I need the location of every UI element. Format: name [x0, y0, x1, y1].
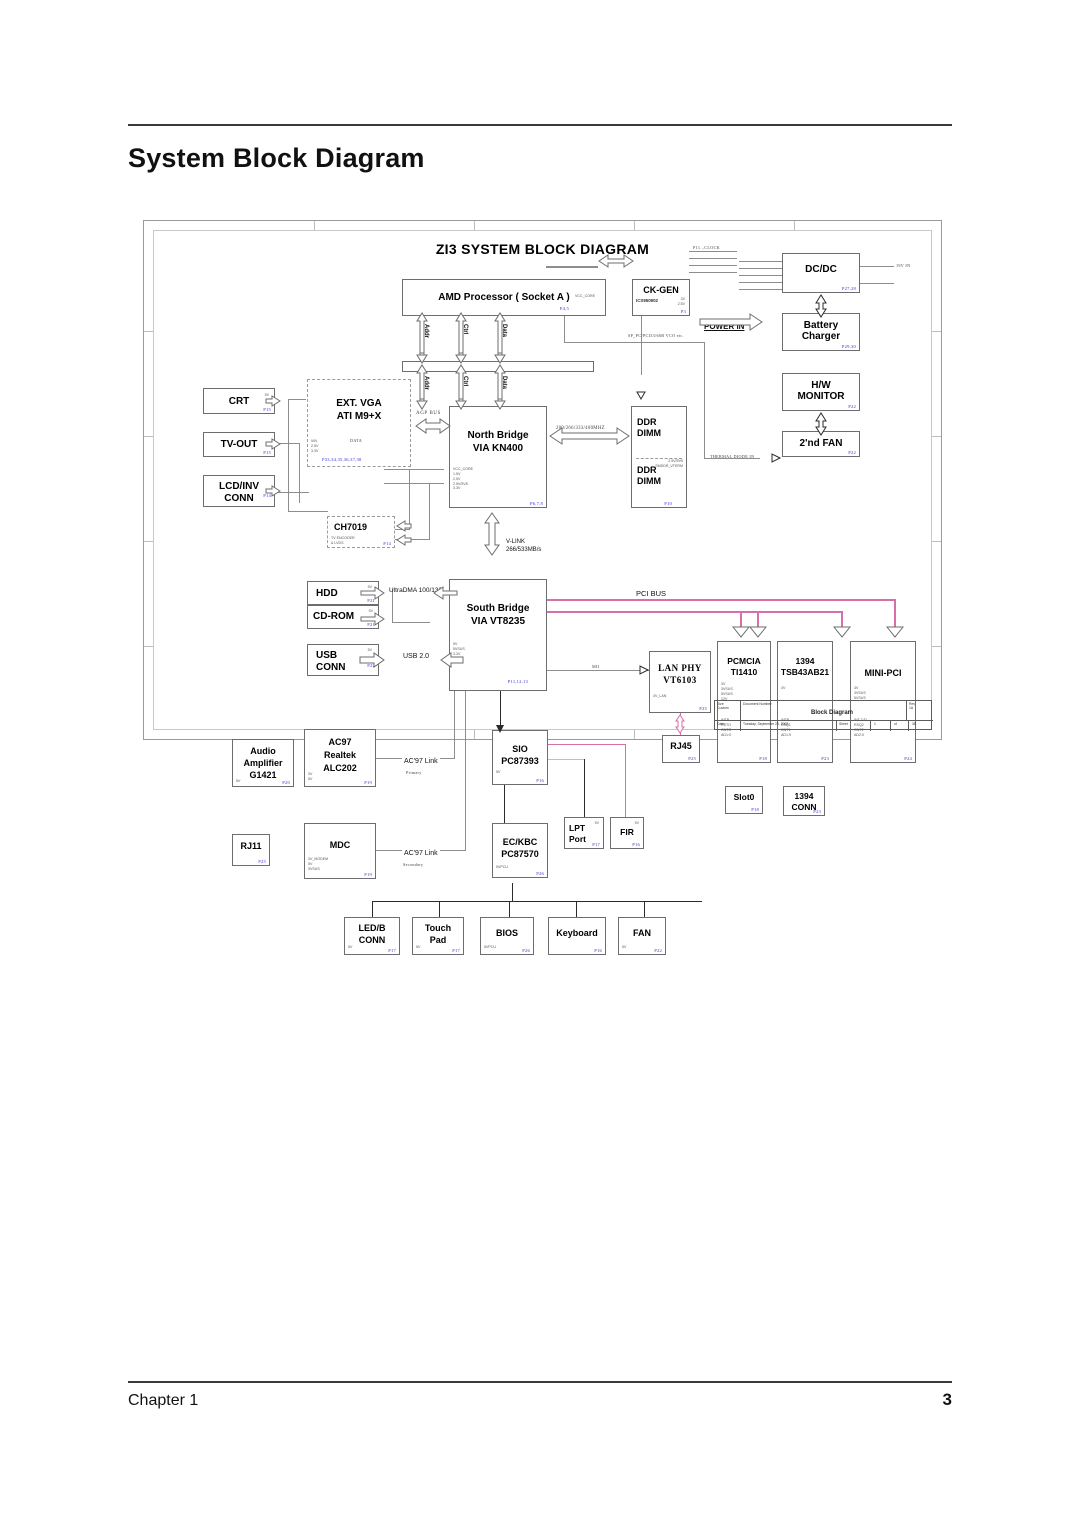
svg-text:Ctrl: Ctrl — [462, 324, 468, 335]
page-title: System Block Diagram — [128, 143, 425, 173]
ac97-secondary-sub: Secondary — [403, 862, 424, 867]
header-rule — [128, 124, 952, 126]
block-1394-conn[interactable]: 1394 CONN P23 — [783, 786, 825, 816]
block-fir[interactable]: FIR 5V P16 — [610, 817, 644, 849]
title-block-sheet-value: 1 — [871, 721, 891, 731]
svg-text:Data: Data — [501, 376, 507, 390]
block-bios[interactable]: BIOS 5VPCU P26 — [480, 917, 534, 955]
title-block-of-label: of — [891, 721, 909, 731]
connector-eckbc-bottom — [576, 901, 577, 917]
connector-eckbc-bottom — [372, 901, 373, 917]
connector-eckbc-bottom — [512, 883, 513, 901]
connector-eckbc-bottom — [372, 901, 702, 902]
block-mdc[interactable]: MDC 3V_MODEM 5V 3VSUS P19 — [304, 823, 376, 879]
svg-text:Data: Data — [501, 324, 507, 338]
connector-eckbc-bottom — [439, 901, 440, 917]
title-block-sheet-label: Sheet — [837, 721, 871, 731]
block-fan[interactable]: FAN 5V P22 — [618, 917, 666, 955]
connector-sio-lpt — [548, 759, 585, 760]
title-block-date-value: Tuesday, September 23, 2003 — [741, 721, 837, 731]
footer-rule — [128, 1381, 952, 1383]
block-touch-pad[interactable]: Touch Pad 5V P17 — [412, 917, 464, 955]
title-block-rev: Rev 1A — [907, 701, 933, 721]
schematic-sheet: ZI3 SYSTEM BLOCK DIAGRAM AMD Processor (… — [143, 220, 942, 955]
block-lpt-port[interactable]: LPT Port 5V P17 — [564, 817, 604, 849]
title-block: Size Custom Document Number: Block Diagr… — [714, 700, 933, 731]
block-keyboard[interactable]: Keyboard P16 — [548, 917, 606, 955]
block-ec-kbc[interactable]: EC/KBC PC87570 5VPCU P26 — [492, 823, 548, 878]
title-block-of-value: 38 — [912, 722, 916, 726]
connector-sio-fir — [625, 744, 626, 817]
svg-text:Addr: Addr — [423, 376, 429, 391]
connector-eckbc-bottom — [644, 901, 645, 917]
document-page: System Block Diagram ZI3 SYSTEM BLOCK DI… — [0, 0, 1080, 1528]
footer-page-number: 3 — [942, 1390, 952, 1409]
arrow-overlay: Addr Ctrl Data Addr Ctrl Data — [265, 254, 905, 734]
connector-sio-eckbc — [504, 785, 505, 823]
block-rj45[interactable]: RJ45 P25 — [662, 735, 700, 763]
block-slot0[interactable]: Slot0 P18 — [725, 786, 763, 814]
connector-sio-fir — [548, 744, 626, 745]
block-rj11[interactable]: RJ11 P25 — [232, 834, 270, 866]
svg-text:Addr: Addr — [423, 324, 429, 339]
title-block-doc-title: Block Diagram — [811, 710, 854, 716]
connector-eckbc-bottom — [509, 901, 510, 917]
ac97-primary-sub: Primary — [406, 770, 422, 775]
title-block-date-label: Date: — [715, 721, 741, 731]
footer-chapter: Chapter 1 — [128, 1392, 199, 1409]
block-audio-amplifier[interactable]: Audio Amplifier G1421 5V P20 — [232, 739, 294, 787]
svg-text:Ctrl: Ctrl — [462, 376, 468, 387]
connector-sio-lpt — [584, 759, 585, 817]
ac97-primary-label: AC'97 Link — [402, 758, 440, 765]
title-block-size: Size Custom — [715, 701, 741, 721]
ac97-secondary-label: AC'97 Link — [402, 850, 440, 857]
block-led-b-conn[interactable]: LED/B CONN 5V P17 — [344, 917, 400, 955]
